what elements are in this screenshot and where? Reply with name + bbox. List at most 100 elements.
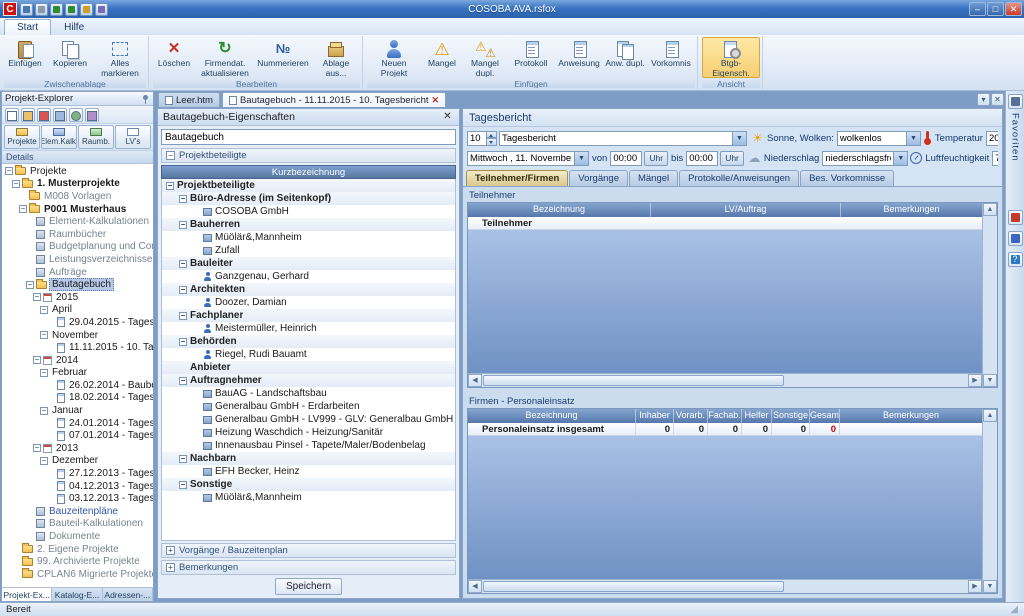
list-item[interactable]: − Nachbarn	[162, 452, 455, 465]
tree-item[interactable]: 2. Eigene Projekte	[2, 543, 153, 556]
explorer-nav-button[interactable]: Raumb.	[78, 125, 114, 149]
window-control-icon[interactable]	[1005, 2, 1022, 16]
tree-item[interactable]: 99. Archivierte Projekte	[2, 555, 153, 568]
explorer-tab[interactable]: Projekt-Ex...	[2, 588, 52, 601]
tree-item[interactable]: Bauzeitenpläne	[2, 505, 153, 518]
expander-icon[interactable]: −	[179, 338, 187, 346]
report-type-select[interactable]	[499, 131, 733, 146]
bautagebuch-name-input[interactable]	[161, 129, 456, 145]
list-item[interactable]: − Büro-Adresse (im Seitenkopf)	[162, 192, 455, 205]
tree-item[interactable]: 07.01.2014 - Tagesberich	[2, 429, 153, 442]
close-tab-icon[interactable]: ✕	[432, 95, 440, 106]
tree-item[interactable]: M008 Vorlagen	[2, 190, 153, 203]
tree-item[interactable]: CPLAN6 Migrierte Projekte (nicht	[2, 568, 153, 581]
list-item[interactable]: Generalbau GmbH - LV999 - GLV: Generalba…	[162, 413, 455, 426]
ribbon-button[interactable]: Löschen	[153, 37, 195, 78]
ribbon-button[interactable]: Anweisung	[555, 37, 603, 78]
column-header[interactable]: Sonstige	[772, 409, 810, 423]
save-button[interactable]: Speichern	[275, 578, 342, 595]
tree-item[interactable]: − November	[2, 329, 153, 342]
column-header[interactable]: Gesamt	[810, 409, 840, 423]
scroll-up-icon[interactable]: ▲	[983, 203, 997, 216]
teilnehmer-group-row[interactable]: Teilnehmer	[468, 217, 982, 230]
precipitation-select[interactable]	[822, 151, 894, 166]
resize-grip-icon[interactable]: ◢	[1010, 604, 1018, 615]
tree-item[interactable]: Raumbücher	[2, 228, 153, 241]
tree-item[interactable]: − Projekte	[2, 165, 153, 178]
section-projektbeteiligte[interactable]: − Projektbeteiligte	[161, 148, 456, 163]
humidity-input[interactable]	[992, 151, 998, 166]
expander-icon[interactable]: −	[179, 260, 187, 268]
explorer-toolbar-icon[interactable]	[37, 108, 51, 122]
list-item[interactable]: Müölär&,Mannheim	[162, 231, 455, 244]
personaleinsatz-row[interactable]: Personaleinsatz insgesamt000000	[468, 423, 982, 436]
tree-item[interactable]: − April	[2, 304, 153, 317]
explorer-toolbar-icon[interactable]	[53, 108, 67, 122]
ribbon-button[interactable]: Neuen Projekt beteiligten	[367, 37, 421, 78]
ribbon-button[interactable]: Mangel	[422, 37, 462, 78]
list-item[interactable]: EFH Becker, Heinz	[162, 465, 455, 478]
ribbon-tab[interactable]: Hilfe	[51, 19, 97, 35]
section-bemerkungen[interactable]: + Bemerkungen	[161, 560, 456, 575]
ribbon-tab[interactable]: Start	[4, 19, 51, 35]
favorites-tab[interactable]: Favoriten	[1010, 113, 1021, 162]
tree-item[interactable]: 29.04.2015 - Tagesbericht	[2, 316, 153, 329]
scrollbar-thumb[interactable]	[483, 581, 784, 592]
tree-item[interactable]: − 2014	[2, 354, 153, 367]
report-tab[interactable]: Mängel	[629, 170, 678, 186]
tree-item[interactable]: − Januar	[2, 404, 153, 417]
ribbon-button[interactable]: Firmendat. aktualisieren	[196, 37, 254, 78]
expander-icon[interactable]: −	[40, 457, 48, 465]
tree-item[interactable]: 27.12.2013 - Tagesberich	[2, 467, 153, 480]
expander-icon[interactable]: −	[179, 286, 187, 294]
tree-item[interactable]: 11.11.2015 - 10. Tagesbe	[2, 341, 153, 354]
expand-icon[interactable]: +	[166, 546, 175, 555]
dropdown-arrow-icon[interactable]	[733, 131, 747, 146]
scroll-right-icon[interactable]: ▶	[968, 374, 982, 387]
strip-icon[interactable]	[1008, 252, 1023, 267]
quick-access-icon[interactable]	[95, 3, 108, 16]
scroll-left-icon[interactable]: ◀	[468, 580, 482, 593]
quick-access-icon[interactable]	[35, 3, 48, 16]
expander-icon[interactable]: −	[26, 281, 34, 289]
list-item[interactable]: Heizung Waschdich - Heizung/Sanitär	[162, 426, 455, 439]
list-item[interactable]: − Behörden	[162, 335, 455, 348]
panel-pin-icon[interactable]	[1008, 94, 1023, 109]
dropdown-arrow-icon[interactable]	[907, 131, 921, 146]
list-item[interactable]: − Projektbeteiligte	[162, 179, 455, 192]
column-header-kurzbezeichnung[interactable]: Kurzbezeichnung	[161, 165, 456, 179]
expander-icon[interactable]: −	[33, 356, 41, 364]
dropdown-arrow-icon[interactable]	[894, 151, 908, 166]
tree-item[interactable]: Budgetplanung und Controlling	[2, 241, 153, 254]
ribbon-button[interactable]: Einfügen	[4, 37, 46, 78]
expander-icon[interactable]: −	[19, 205, 27, 213]
horizontal-scrollbar[interactable]: ◀ ▶	[468, 373, 982, 387]
column-header[interactable]: Inhaber	[636, 409, 674, 423]
explorer-nav-button[interactable]: Elem.Kalk.	[41, 125, 77, 149]
column-header[interactable]: Bezeichnung	[468, 409, 636, 423]
ribbon-button[interactable]: Btgb-Eigensch.	[702, 37, 760, 78]
tree-item[interactable]: − 2015	[2, 291, 153, 304]
collapse-icon[interactable]: −	[166, 151, 175, 160]
tree-item[interactable]: − Dezember	[2, 455, 153, 468]
ribbon-button[interactable]: Anw. dupl.	[604, 37, 646, 78]
section-vorgaenge-bauzeitenplan[interactable]: + Vorgänge / Bauzeitenplan	[161, 543, 456, 558]
expander-icon[interactable]: −	[179, 481, 187, 489]
column-header[interactable]: Bezeichnung	[468, 203, 651, 217]
document-tab[interactable]: Bautagebuch - 11.11.2015 - 10. Tagesberi…	[222, 92, 446, 107]
dropdown-arrow-icon[interactable]	[575, 151, 589, 166]
list-item[interactable]: Generalbau GmbH - Erdarbeiten	[162, 400, 455, 413]
explorer-nav-button[interactable]: LV's	[115, 125, 151, 149]
tree-item[interactable]: 24.01.2014 - Tagesberich	[2, 417, 153, 430]
explorer-nav-button[interactable]: Projekte	[4, 125, 40, 149]
list-item[interactable]: − Fachplaner	[162, 309, 455, 322]
column-header[interactable]: LV/Auftrag	[651, 203, 841, 217]
column-header[interactable]: Vorarb.	[674, 409, 708, 423]
expander-icon[interactable]: −	[179, 455, 187, 463]
list-item[interactable]: Anbieter	[162, 361, 455, 374]
list-item[interactable]: Müölär&,Mannheim	[162, 491, 455, 504]
ribbon-button[interactable]: Alles markieren	[94, 37, 146, 78]
column-header[interactable]: Helfer	[742, 409, 772, 423]
column-header[interactable]: Fachab.	[708, 409, 742, 423]
ribbon-button[interactable]: Vorkomnis	[647, 37, 695, 78]
